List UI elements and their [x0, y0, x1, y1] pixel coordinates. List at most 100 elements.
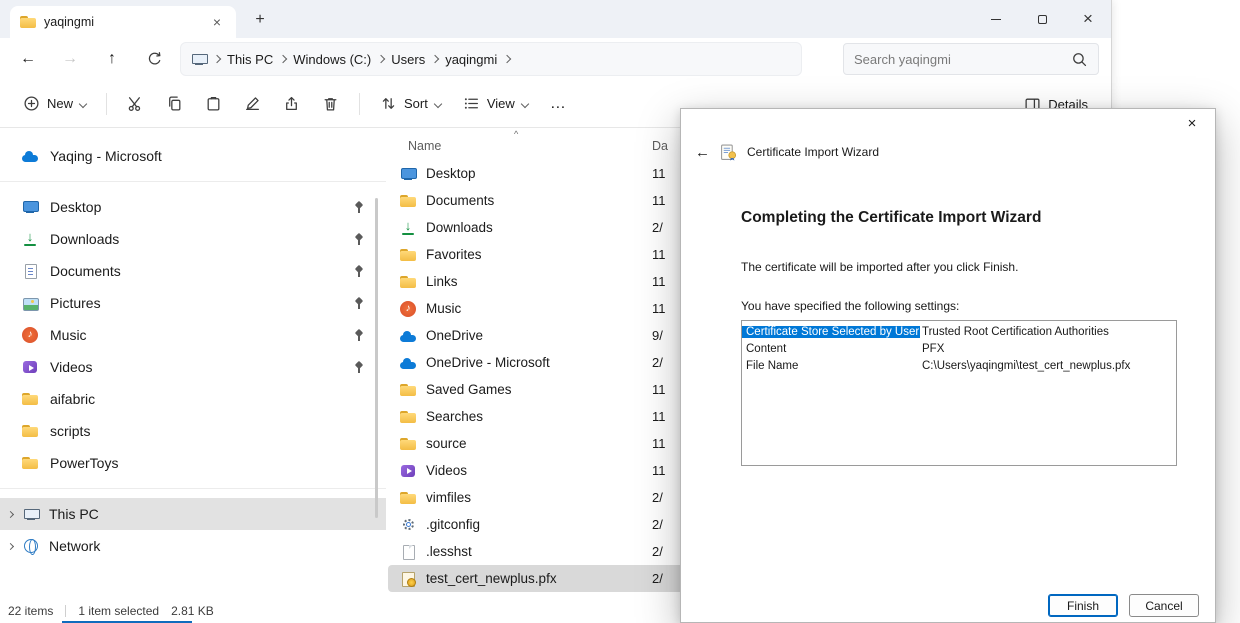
new-label: New: [47, 96, 73, 111]
this-pc-icon: [191, 51, 207, 67]
tab-close-icon[interactable]: ×: [208, 14, 226, 30]
plus-circle-icon: [23, 95, 40, 112]
sidebar-item[interactable]: Pictures: [10, 287, 376, 319]
sidebar-item[interactable]: Downloads: [10, 223, 376, 255]
cloud-icon: [400, 355, 416, 371]
close-button[interactable]: ×: [1065, 0, 1111, 38]
sidebar-tree-item[interactable]: Network: [0, 530, 386, 562]
view-button[interactable]: View: [454, 87, 537, 121]
sidebar-item[interactable]: PowerToys: [10, 447, 376, 479]
chevron-right-icon: [377, 55, 385, 63]
sidebar-tree-item[interactable]: This PC: [0, 498, 386, 530]
file-name: Videos: [426, 463, 642, 478]
folder-icon: [400, 274, 416, 290]
file-name: OneDrive - Microsoft: [426, 355, 642, 370]
breadcrumb-label: Windows (C:): [293, 52, 371, 67]
file-name: source: [426, 436, 642, 451]
delete-button[interactable]: [313, 87, 348, 121]
sort-ascending-icon[interactable]: ^: [514, 129, 518, 139]
new-button[interactable]: New: [14, 87, 95, 121]
settings-list[interactable]: Certificate Store Selected by User Trust…: [741, 320, 1177, 466]
dialog-back-button[interactable]: ←: [695, 144, 710, 161]
breadcrumb-item[interactable]: This PC: [227, 52, 286, 67]
search-input[interactable]: [854, 52, 1071, 67]
music-icon: [22, 327, 38, 343]
file-icon: [400, 544, 416, 560]
forward-button[interactable]: →: [54, 43, 86, 75]
share-button[interactable]: [274, 87, 309, 121]
setting-row[interactable]: Content PFX: [742, 340, 1176, 357]
selection-count: 1 item selected: [78, 604, 159, 618]
sidebar-item[interactable]: Documents: [10, 255, 376, 287]
chevron-right-icon: [279, 55, 287, 63]
sidebar-item-onedrive[interactable]: Yaqing - Microsoft: [10, 140, 376, 172]
search-box[interactable]: [843, 43, 1099, 75]
date-column-header[interactable]: Da: [652, 139, 668, 153]
file-name: Desktop: [426, 166, 642, 181]
scrollbar[interactable]: [375, 198, 378, 518]
tab-bar: yaqingmi × + ×: [0, 0, 1111, 38]
dialog-header: ← Certificate Import Wizard: [681, 139, 1215, 165]
view-label: View: [487, 96, 515, 111]
navigation-bar: ← → ↑ This PC: [0, 38, 1111, 80]
name-column-header[interactable]: Name: [408, 139, 441, 153]
more-options-button[interactable]: …: [541, 87, 576, 121]
chevron-right-icon[interactable]: [7, 542, 14, 549]
divider: [359, 93, 360, 115]
file-date: 11: [652, 166, 666, 181]
paste-button[interactable]: [196, 87, 231, 121]
minimize-button[interactable]: [973, 0, 1019, 38]
setting-row[interactable]: File Name C:\Users\yaqingmi\test_cert_ne…: [742, 357, 1176, 374]
tab-title: yaqingmi: [44, 15, 94, 29]
cut-button[interactable]: [118, 87, 153, 121]
download-icon: [400, 220, 416, 236]
sidebar-item-label: aifabric: [50, 391, 95, 407]
sidebar-item[interactable]: Desktop: [10, 191, 376, 223]
sidebar-item[interactable]: scripts: [10, 415, 376, 447]
new-tab-button[interactable]: +: [248, 9, 272, 31]
breadcrumb-item[interactable]: Users: [391, 52, 438, 67]
cert-icon: [400, 571, 416, 587]
sort-button[interactable]: Sort: [371, 87, 450, 121]
certificate-import-wizard-dialog: × ← Certificate Import Wizard Completing…: [680, 108, 1216, 623]
share-icon: [283, 95, 300, 112]
sidebar-item[interactable]: Music: [10, 319, 376, 351]
rename-button[interactable]: [235, 87, 270, 121]
maximize-button[interactable]: [1019, 0, 1065, 38]
dialog-buttons: Finish Cancel: [1048, 594, 1199, 617]
sidebar-item-label: This PC: [49, 506, 99, 522]
finish-button[interactable]: Finish: [1048, 594, 1118, 617]
chevron-down-icon: [79, 99, 87, 107]
breadcrumb-item[interactable]: yaqingmi: [445, 52, 510, 67]
breadcrumb-label: Users: [391, 52, 425, 67]
dialog-close-button[interactable]: ×: [1177, 113, 1207, 135]
refresh-button[interactable]: [138, 43, 170, 75]
file-date: 11: [652, 382, 666, 397]
ellipsis-icon: …: [550, 95, 567, 113]
explorer-tab[interactable]: yaqingmi ×: [10, 6, 236, 38]
download-icon: [22, 231, 38, 247]
desktop-icon: [400, 166, 416, 182]
sidebar-item[interactable]: Videos: [10, 351, 376, 383]
copy-button[interactable]: [157, 87, 192, 121]
paste-icon: [205, 95, 222, 112]
certificate-icon: [720, 144, 737, 161]
breadcrumb-item[interactable]: Windows (C:): [293, 52, 384, 67]
file-name: Searches: [426, 409, 642, 424]
pin-icon: [353, 329, 364, 342]
folder-icon: [22, 423, 38, 439]
up-button[interactable]: ↑: [96, 43, 128, 75]
cancel-button[interactable]: Cancel: [1129, 594, 1199, 617]
refresh-icon: [146, 51, 163, 68]
back-button[interactable]: ←: [12, 43, 44, 75]
divider: [0, 488, 386, 489]
window-controls: ×: [973, 0, 1111, 38]
breadcrumb[interactable]: This PC Windows (C:) Users: [180, 42, 802, 76]
file-date: 11: [652, 436, 666, 451]
sidebar-item[interactable]: aifabric: [10, 383, 376, 415]
sort-label: Sort: [404, 96, 428, 111]
setting-row[interactable]: Certificate Store Selected by User Trust…: [742, 323, 1176, 340]
chevron-right-icon[interactable]: [7, 510, 14, 517]
chevron-right-icon: [213, 55, 221, 63]
maximize-icon: [1038, 15, 1047, 24]
